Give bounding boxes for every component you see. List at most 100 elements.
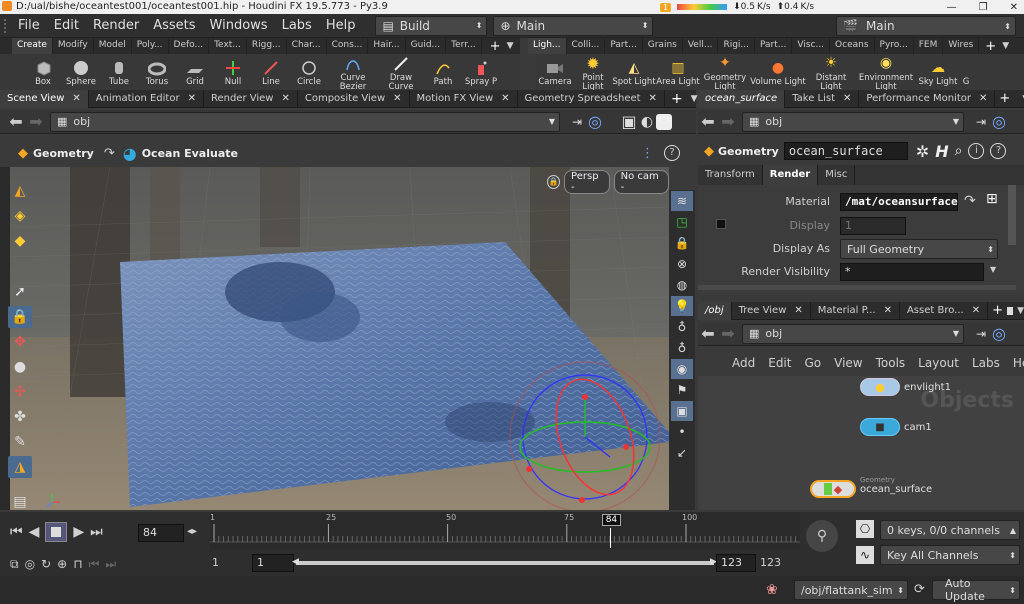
tab-performance-monitor[interactable]: Performance Monitor ✕ <box>859 89 996 108</box>
wand-icon[interactable]: ↙ <box>671 443 693 463</box>
add-tab-icon[interactable]: + <box>992 303 1003 318</box>
audio-icon[interactable]: ◎ <box>25 557 35 571</box>
tab-geometry-spreadsheet[interactable]: Geometry Spreadsheet ✕ <box>518 89 665 108</box>
desktop-dropdown[interactable]: ▤ Build ⬍ <box>375 15 488 36</box>
select-points-icon[interactable]: ◈ <box>8 205 32 227</box>
pane-menu-icon[interactable]: ▼ <box>691 94 698 104</box>
tab-obj-network[interactable]: /obj <box>698 301 732 320</box>
subtab-misc[interactable]: Misc <box>818 165 856 185</box>
link-icon[interactable]: ◎ <box>586 112 604 131</box>
help-icon[interactable]: ? <box>664 145 680 161</box>
tab-material-palette[interactable]: Material P... ✕ <box>811 301 900 320</box>
params-h-scrollbar[interactable] <box>698 285 1016 290</box>
close-icon[interactable]: ✕ <box>1010 2 1018 13</box>
background-icon[interactable] <box>656 113 672 130</box>
tool-distant-light[interactable]: ☀ Distant Light <box>806 53 856 92</box>
menu-edit[interactable]: Edit <box>54 18 79 33</box>
menu-assets[interactable]: Assets <box>153 18 195 33</box>
net-menu-layout[interactable]: Layout <box>918 356 959 370</box>
shelf-menu-icon[interactable]: ▼ <box>507 41 514 51</box>
close-icon[interactable]: ✕ <box>72 90 80 108</box>
tab-scene-view[interactable]: Scene View ✕ <box>0 89 89 108</box>
lock-camera-icon[interactable]: 🔒 <box>547 175 561 189</box>
flipbook-icon[interactable]: ⚑ <box>671 380 693 400</box>
wireframe-toggle-icon[interactable]: ≋ <box>671 191 693 211</box>
realtime-icon[interactable]: ⧉ <box>10 557 19 572</box>
tab-animation-editor[interactable]: Animation Editor ✕ <box>89 89 204 108</box>
move-tool-icon[interactable]: ✥ <box>8 331 32 353</box>
add-tab-icon[interactable]: + <box>671 91 683 107</box>
shadow-icon[interactable]: ♁ <box>671 338 693 358</box>
tool-null[interactable]: Null <box>214 57 252 87</box>
lock-view-icon[interactable]: 🔒 <box>671 233 693 253</box>
link-icon[interactable]: ◎ <box>990 112 1008 131</box>
menu-labs[interactable]: Labs <box>282 18 312 33</box>
close-icon[interactable]: ✕ <box>972 302 980 320</box>
headlight-icon[interactable]: ♁ <box>671 317 693 337</box>
rotate-tool-icon[interactable]: ● <box>8 356 32 378</box>
stop-button[interactable] <box>45 522 68 542</box>
network-editor[interactable]: Objects ● envlight1 ■ cam1 ◆ ocean_surfa… <box>698 376 1024 510</box>
prev-key-icon[interactable]: ⏮ <box>89 557 100 572</box>
render-icon[interactable]: ▣ <box>671 401 693 421</box>
display-as-dropdown[interactable]: Full Geometry ⬍ <box>840 239 998 259</box>
close-icon[interactable]: ✕ <box>649 90 657 108</box>
lock-select-icon[interactable]: 🔒 <box>8 306 32 328</box>
next-key-icon[interactable]: ⏭ <box>105 557 116 572</box>
refresh-icon[interactable]: ↷ <box>104 146 115 161</box>
pointer-icon[interactable]: ➚ <box>8 281 32 303</box>
shelf-tab-create[interactable]: Create <box>12 38 53 54</box>
ghost-icon[interactable]: ◍ <box>671 275 693 295</box>
shelf-tab[interactable]: Wires <box>943 38 980 54</box>
net-menu-help[interactable]: Help <box>1013 356 1024 370</box>
network-path-dropdown[interactable]: ▦ obj ▼ <box>742 323 964 344</box>
brain-icon[interactable]: ❀ <box>766 582 778 598</box>
snap-icon[interactable]: ◳ <box>671 212 693 232</box>
display-field[interactable]: 1 <box>840 217 906 235</box>
jump-icon[interactable]: ↷ <box>964 193 976 209</box>
tool-grid[interactable]: Grid <box>176 57 214 87</box>
shelf-tab[interactable]: Part... <box>755 38 793 54</box>
select-geometry-icon[interactable]: ◭ <box>8 180 32 202</box>
light-icon[interactable]: 💡 <box>671 296 693 316</box>
menu-file[interactable]: File <box>18 18 40 33</box>
settings-icon[interactable]: ⊕ <box>57 557 67 571</box>
close-icon[interactable]: ✕ <box>188 90 196 108</box>
shelf-tab[interactable]: Model <box>94 38 132 54</box>
update-mode-dropdown[interactable]: Auto Update ⬍ <box>932 577 1020 603</box>
timeline-ruler[interactable]: 1 25 50 75 100 84 <box>210 512 800 550</box>
update-mode-icon[interactable]: ⟳ <box>914 582 925 597</box>
network-dropdown[interactable]: ⊕ Main ⬍ <box>493 15 654 36</box>
tool-circle[interactable]: Circle <box>290 57 328 87</box>
close-icon[interactable]: ✕ <box>393 90 401 108</box>
subtab-render[interactable]: Render <box>762 165 819 185</box>
display-checkbox[interactable] <box>716 219 726 229</box>
shelf-tab[interactable]: Grains <box>643 38 683 54</box>
dot-icon[interactable]: • <box>671 422 693 442</box>
view-tool-icon[interactable]: ◮ <box>8 456 32 478</box>
pose-tool-icon[interactable]: ✤ <box>8 406 32 428</box>
link-icon[interactable]: ◎ <box>990 324 1008 343</box>
current-frame-field[interactable]: 84 <box>138 524 184 542</box>
pin-icon[interactable]: ⇥ <box>568 113 586 131</box>
shelf-tab[interactable]: Terr... <box>446 38 482 54</box>
tab-asset-browser[interactable]: Asset Bro... ✕ <box>900 301 989 320</box>
loop-icon[interactable]: ↻ <box>41 557 51 571</box>
pin-icon[interactable]: ⇥ <box>972 113 990 131</box>
forward-arrow-icon[interactable]: ➡ <box>718 324 738 343</box>
tab-motion-fx-view[interactable]: Motion FX View ✕ <box>410 89 518 108</box>
key-all-button[interactable]: Key All Channels ⬍ <box>880 545 1020 565</box>
tool-more[interactable]: G <box>960 57 972 87</box>
node-cam1[interactable]: ■ cam1 <box>860 418 932 436</box>
tool-path[interactable]: Path <box>424 57 462 87</box>
maximize-icon[interactable]: ❐ <box>979 2 988 13</box>
hda-icon[interactable]: H <box>935 142 948 161</box>
net-menu-tools[interactable]: Tools <box>876 356 906 370</box>
ruler-icon[interactable]: ⊓ <box>73 557 82 571</box>
net-menu-view[interactable]: View <box>834 356 862 370</box>
tab-tree-view[interactable]: Tree View ✕ <box>732 301 811 320</box>
close-icon[interactable]: ✕ <box>884 302 892 320</box>
shelf-tab[interactable]: Rigg... <box>247 38 287 54</box>
gear-icon[interactable]: ✲ <box>916 142 929 161</box>
menu-help[interactable]: Help <box>326 18 356 33</box>
